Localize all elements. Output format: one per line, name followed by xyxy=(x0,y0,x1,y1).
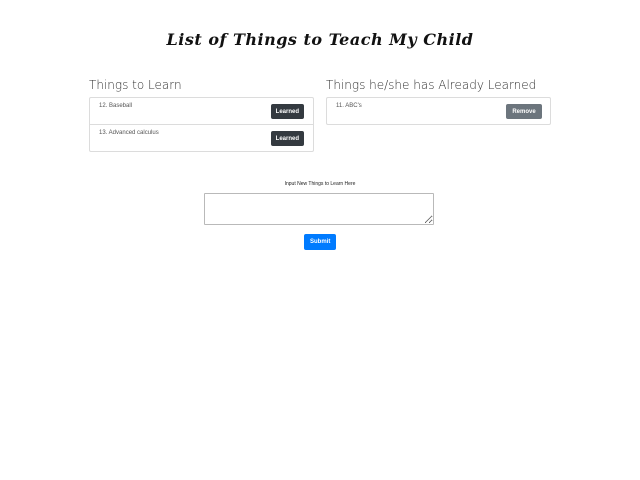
to-learn-panel: Things to Learn 12. Baseball Learned 13.… xyxy=(89,77,314,152)
to-learn-heading: Things to Learn xyxy=(89,78,182,92)
learned-button[interactable]: Learned xyxy=(270,131,304,146)
page-title: List of Things to Teach My Child xyxy=(166,30,474,49)
list-item-text: 12. Baseball xyxy=(99,103,133,109)
list-item: 12. Baseball Learned xyxy=(90,98,313,125)
new-item-label: Input New Things to Learn Here xyxy=(284,181,356,187)
to-learn-list: 12. Baseball Learned 13. Advanced calcul… xyxy=(89,97,314,152)
learned-button[interactable]: Learned xyxy=(270,104,304,119)
remove-button[interactable]: Remove xyxy=(506,104,542,119)
page: List of Things to Teach My Child Things … xyxy=(0,0,640,480)
list-item: 13. Advanced calculus Learned xyxy=(90,125,313,151)
submit-button[interactable]: Submit xyxy=(304,234,336,250)
list-item: 11. ABC's Remove xyxy=(327,98,550,124)
list-item-text: 13. Advanced calculus xyxy=(99,130,159,136)
list-item-text: 11. ABC's xyxy=(336,103,362,109)
new-item-textarea[interactable] xyxy=(204,193,434,225)
learned-heading: Things he/she has Already Learned xyxy=(326,78,537,92)
learned-panel: Things he/she has Already Learned 11. AB… xyxy=(326,77,551,125)
learned-list: 11. ABC's Remove xyxy=(326,97,551,125)
